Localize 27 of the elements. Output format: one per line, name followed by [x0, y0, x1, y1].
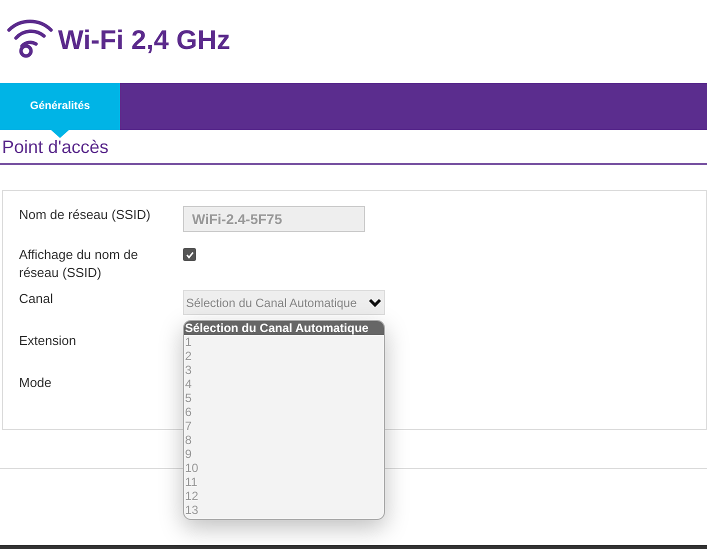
chevron-down-icon — [368, 298, 382, 308]
dropdown-option[interactable]: 6 — [184, 405, 384, 419]
dropdown-option[interactable]: Sélection du Canal Automatique — [184, 321, 384, 335]
dropdown-option[interactable]: 9 — [184, 447, 384, 461]
page-title: Wi-Fi 2,4 GHz — [58, 24, 230, 57]
dropdown-option[interactable]: 13 — [184, 503, 384, 517]
dropdown-option[interactable]: 7 — [184, 419, 384, 433]
dropdown-option[interactable]: 3 — [184, 363, 384, 377]
dropdown-option[interactable]: 10 — [184, 461, 384, 475]
dropdown-option[interactable]: 4 — [184, 377, 384, 391]
tab-pointer — [51, 130, 69, 138]
dropdown-option[interactable]: 12 — [184, 489, 384, 503]
section-title: Point d'accès — [2, 136, 108, 158]
field-label: Affichage du nom de réseau (SSID) — [19, 246, 140, 282]
dropdown-option[interactable]: 1 — [184, 335, 384, 349]
select-value: Sélection du Canal Automatique — [186, 294, 357, 312]
field-label: Canal — [19, 290, 54, 308]
field-label: Nom de réseau (SSID) — [19, 206, 152, 224]
channel-select[interactable]: Sélection du Canal Automatique — [183, 290, 385, 315]
field-label: Extension — [19, 332, 78, 350]
checkbox[interactable] — [183, 248, 196, 261]
field-label: Mode — [19, 374, 53, 392]
dropdown-option[interactable]: 2 — [184, 349, 384, 363]
dropdown-option[interactable]: 8 — [184, 433, 384, 447]
dropdown-option[interactable]: 11 — [184, 475, 384, 489]
dropdown-option[interactable]: 5 — [184, 391, 384, 405]
tab[interactable]: Généralités — [0, 83, 120, 130]
